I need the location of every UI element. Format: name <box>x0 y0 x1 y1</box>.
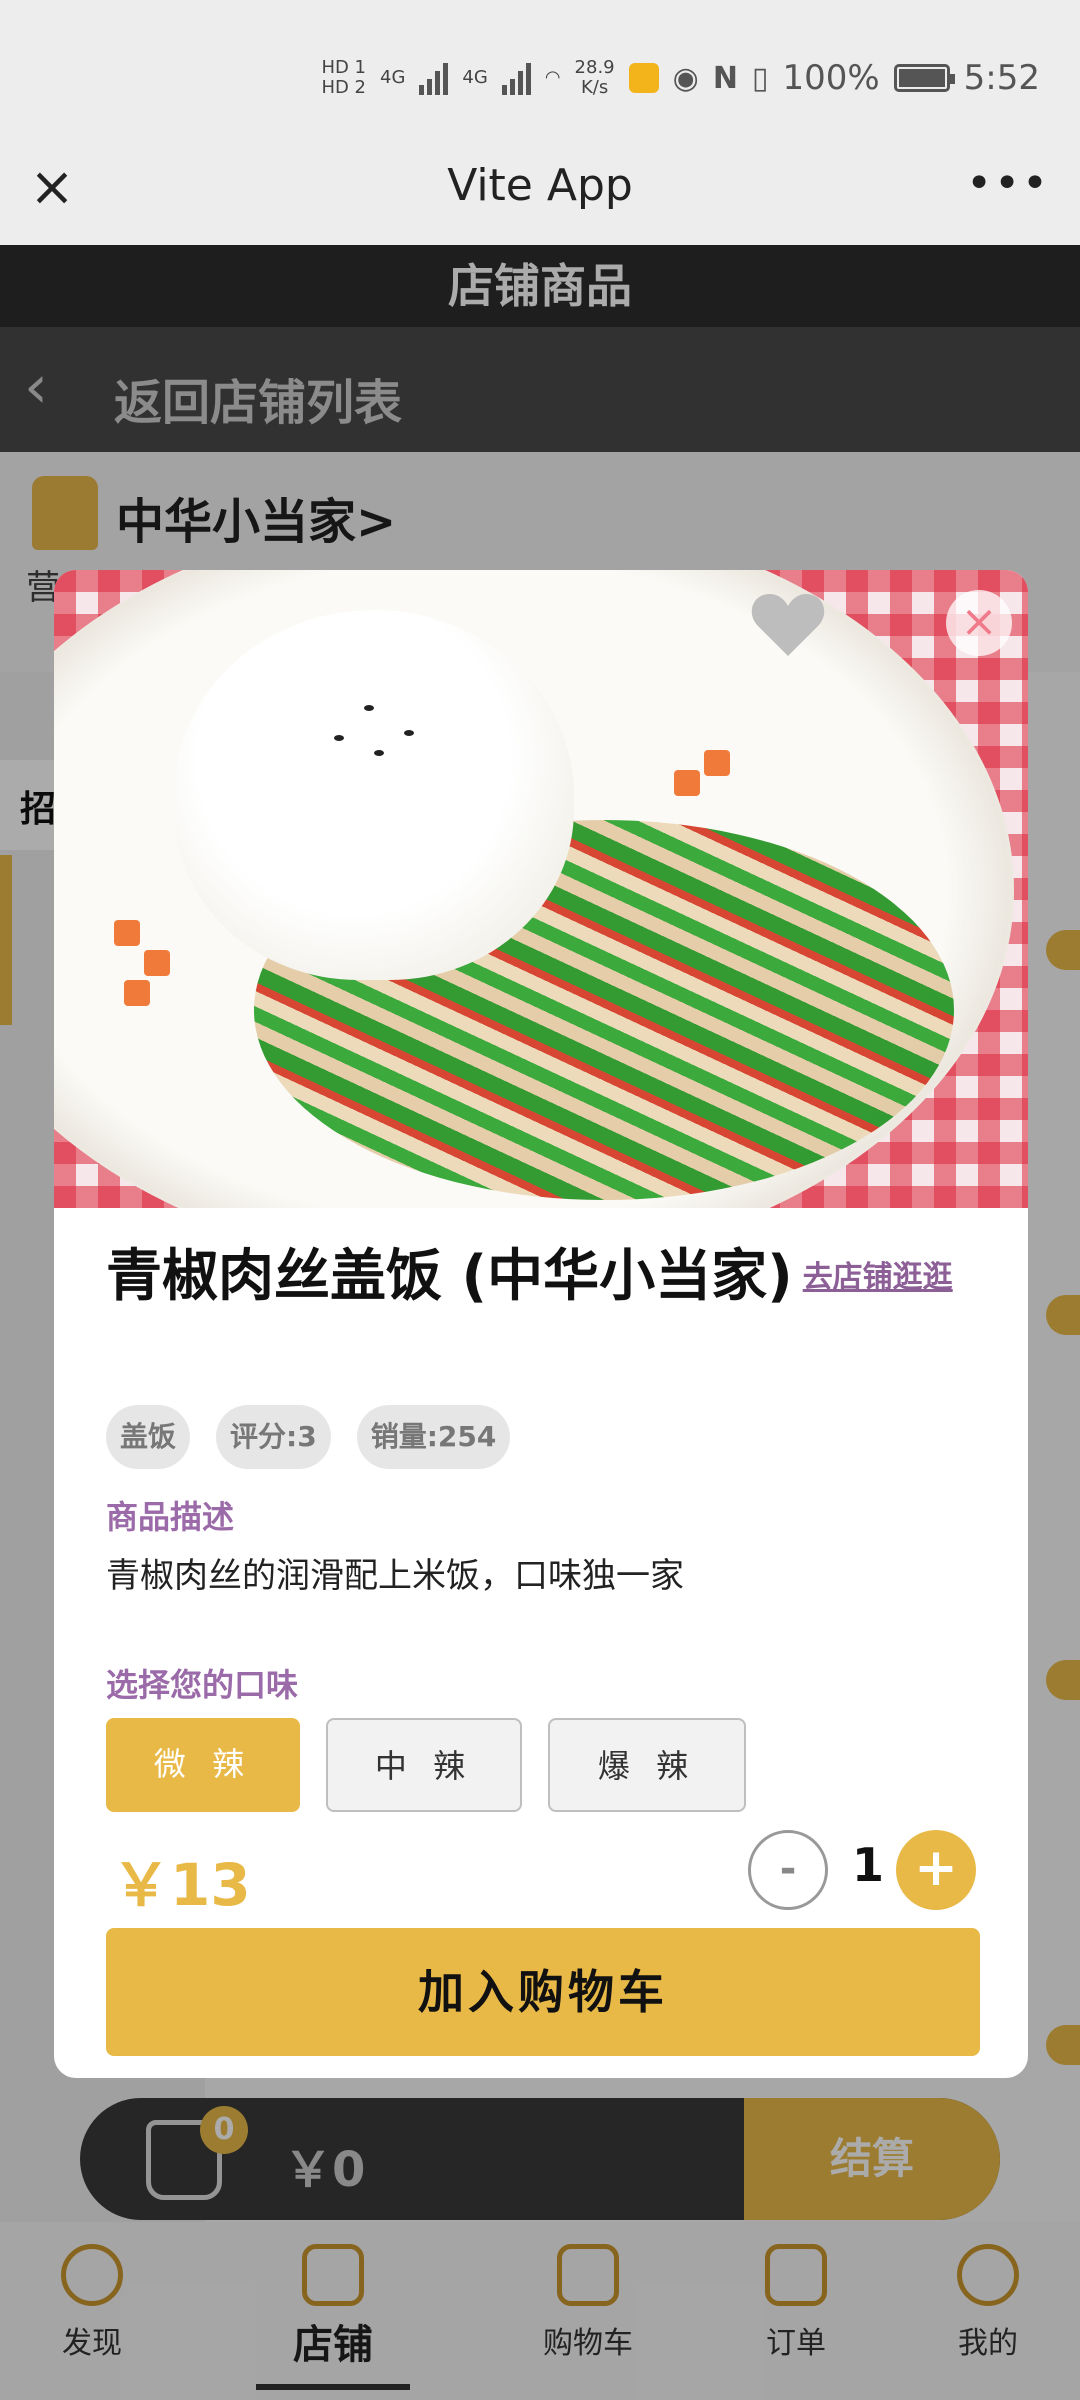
signal-icon-2 <box>501 61 531 95</box>
more-options-icon[interactable]: ••• <box>966 158 1050 209</box>
description-label: 商品描述 <box>106 1498 235 1536</box>
battery-icon <box>893 64 955 92</box>
status-icons: HD 1 HD 2 4G 4G ◠ 28.9 K/s ◉ N ▯ 100% 5:52 <box>321 48 1040 108</box>
product-image: × <box>54 570 1028 1208</box>
carrot <box>114 920 140 946</box>
add-to-cart-button[interactable]: 加入购物车 <box>106 1928 980 2056</box>
close-icon[interactable]: × <box>946 590 1012 656</box>
network-speed: 28.9 K/s <box>574 57 615 98</box>
signal-4g-label-1: 4G <box>380 67 406 88</box>
visit-shop-link[interactable]: 去店铺逛逛 <box>803 1260 953 1295</box>
sesame <box>404 730 414 736</box>
product-tags: 盖饭 评分:3 销量:254 <box>106 1405 511 1469</box>
mail-notification-icon <box>628 63 659 93</box>
wifi-icon: ◠ <box>544 67 561 88</box>
eye-icon: ◉ <box>672 60 699 96</box>
flavor-medium[interactable]: 中 辣 <box>326 1718 522 1812</box>
battery-percent: 100% <box>782 58 880 98</box>
quantity-value: 1 <box>851 1838 884 1892</box>
hd-indicator: HD 1 HD 2 <box>321 57 367 98</box>
vibrate-icon: ▯ <box>751 60 769 96</box>
carrot <box>144 950 170 976</box>
heart-icon[interactable] <box>750 590 826 658</box>
decrease-quantity-button[interactable]: - <box>748 1830 828 1910</box>
flavor-mild[interactable]: 微 辣 <box>106 1718 300 1812</box>
flavor-extra-hot[interactable]: 爆 辣 <box>548 1718 746 1812</box>
tag-rating: 评分:3 <box>216 1405 331 1469</box>
increase-quantity-button[interactable]: + <box>896 1830 976 1910</box>
sesame <box>374 750 384 756</box>
status-bar: HD 1 HD 2 4G 4G ◠ 28.9 K/s ◉ N ▯ 100% 5:52 <box>0 0 1080 150</box>
carrot <box>704 750 730 776</box>
tag-category: 盖饭 <box>106 1405 191 1469</box>
signal-icon <box>419 61 449 95</box>
product-price: ￥13 <box>112 1851 251 1919</box>
product-name: 青椒肉丝盖饭 (中华小当家) <box>106 1244 793 1309</box>
sesame <box>334 735 344 741</box>
sesame <box>364 705 374 711</box>
app-title: Vite App <box>447 160 633 211</box>
carrot <box>124 980 150 1006</box>
product-title: 青椒肉丝盖饭 (中华小当家) 去店铺逛逛 <box>106 1238 986 1317</box>
clock: 5:52 <box>963 58 1040 98</box>
app-title-bar: × Vite App ••• <box>0 150 1080 245</box>
signal-4g-label-2: 4G <box>462 67 488 88</box>
flavor-options: 微 辣 中 辣 爆 辣 <box>106 1718 746 1812</box>
product-title-block: 青椒肉丝盖饭 (中华小当家) 去店铺逛逛 <box>106 1238 986 1317</box>
product-description: 青椒肉丝的润滑配上米饭，口味独一家 <box>106 1556 684 1596</box>
product-detail-modal: × 青椒肉丝盖饭 (中华小当家) 去店铺逛逛 盖饭 评分:3 销量:254 商品描… <box>54 570 1028 2078</box>
rice <box>174 610 574 980</box>
carrot <box>674 770 700 796</box>
tag-sales: 销量:254 <box>356 1405 511 1469</box>
nfc-icon: N <box>712 60 738 96</box>
flavor-label: 选择您的口味 <box>106 1666 299 1704</box>
